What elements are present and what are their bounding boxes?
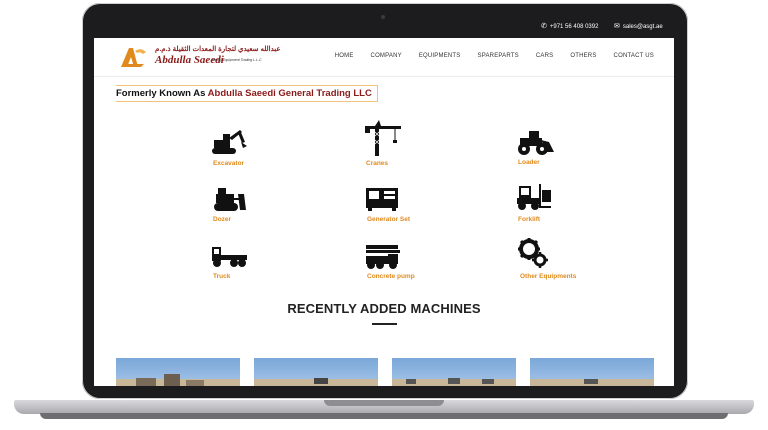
loader-icon [518,131,554,155]
concrete-pump-icon [366,245,400,269]
contact-bar: ✆ +971 56 408 0392 ✉ sales@asgt.ae [94,17,674,38]
category-loader[interactable]: Loader [515,130,625,175]
category-excavator[interactable]: Excavator [210,128,320,173]
main-nav: HOME COMPANY EQUIPMENTS SPAREPARTS CARS … [335,53,654,59]
generator-icon [366,188,398,211]
category-label: Concrete pump [367,273,415,280]
machine-thumbnail[interactable] [392,358,516,386]
dozer-icon [214,188,246,211]
category-label: Loader [518,159,540,166]
nav-home[interactable]: HOME [335,53,354,59]
category-dozer[interactable]: Dozer [210,186,320,231]
machine-photo-icon [406,378,494,384]
excavator-icon [212,130,247,154]
category-label: Cranes [366,160,389,167]
category-concrete-pump[interactable]: Concrete pump [364,242,474,287]
nav-others[interactable]: OTHERS [570,53,596,59]
category-label: Dozer [213,216,232,223]
category-generator-set[interactable]: Generator Set [364,184,474,229]
machine-thumbnail[interactable] [254,358,378,386]
truck-icon [212,247,247,267]
logo-arabic-text: عبدالله سعيدي لتجارة المعدات الثقيلة ذ.م… [155,46,281,53]
formerly-prefix: Formerly Known As [116,88,208,99]
phone-contact[interactable]: ✆ +971 56 408 0392 [541,23,598,30]
recently-added-title: RECENTLY ADDED MACHINES [287,301,481,316]
machine-photo-icon [314,378,328,384]
laptop-notch [324,400,444,406]
title-underline [372,323,397,325]
category-label: Generator Set [367,216,410,223]
gears-icon [518,238,548,268]
machine-photo-icon [584,379,598,384]
category-label: Excavator [213,160,245,167]
machine-photo-icon [136,374,204,386]
formerly-known-banner: Formerly Known As Abdulla Saeedi General… [116,85,378,102]
nav-company[interactable]: COMPANY [371,53,402,59]
machine-thumbnail[interactable] [530,358,654,386]
website-viewport: عبدالله سعيدي لتجارة المعدات الثقيلة ذ.م… [94,38,674,386]
formerly-company-name: Abdulla Saeedi General Trading LLC [207,88,372,99]
nav-contact-us[interactable]: CONTACT US [614,53,654,59]
logo-subtitle: Heavy Equipment Trading L.L.C [212,58,262,62]
category-forklift[interactable]: Forklift [515,182,625,227]
category-cranes[interactable]: Cranes [363,120,473,167]
category-label: Truck [213,273,231,280]
forklift-icon [517,184,551,210]
category-label: Other Equipments [520,273,577,280]
crane-icon [365,120,401,156]
category-other-equipments[interactable]: Other Equipments [518,238,628,283]
email-address: sales@asgt.ae [622,23,663,30]
machine-thumbnail[interactable] [116,358,240,386]
email-contact[interactable]: ✉ sales@asgt.ae [614,23,663,30]
nav-equipments[interactable]: EQUIPMENTS [419,53,461,59]
phone-number: +971 56 408 0392 [549,23,599,30]
logo-mark-icon [121,48,146,67]
category-label: Forklift [518,216,541,223]
category-truck[interactable]: Truck [210,243,320,288]
nav-cars[interactable]: CARS [536,53,553,59]
site-header: عبدالله سعيدي لتجارة المعدات الثقيلة ذ.م… [94,38,674,77]
site-logo[interactable]: عبدالله سعيدي لتجارة المعدات الثقيلة ذ.م… [119,44,289,70]
envelope-icon: ✉ [614,23,620,30]
phone-icon: ✆ [541,23,547,30]
nav-spareparts[interactable]: SPAREPARTS [478,53,519,59]
laptop-base-shadow [40,413,728,419]
